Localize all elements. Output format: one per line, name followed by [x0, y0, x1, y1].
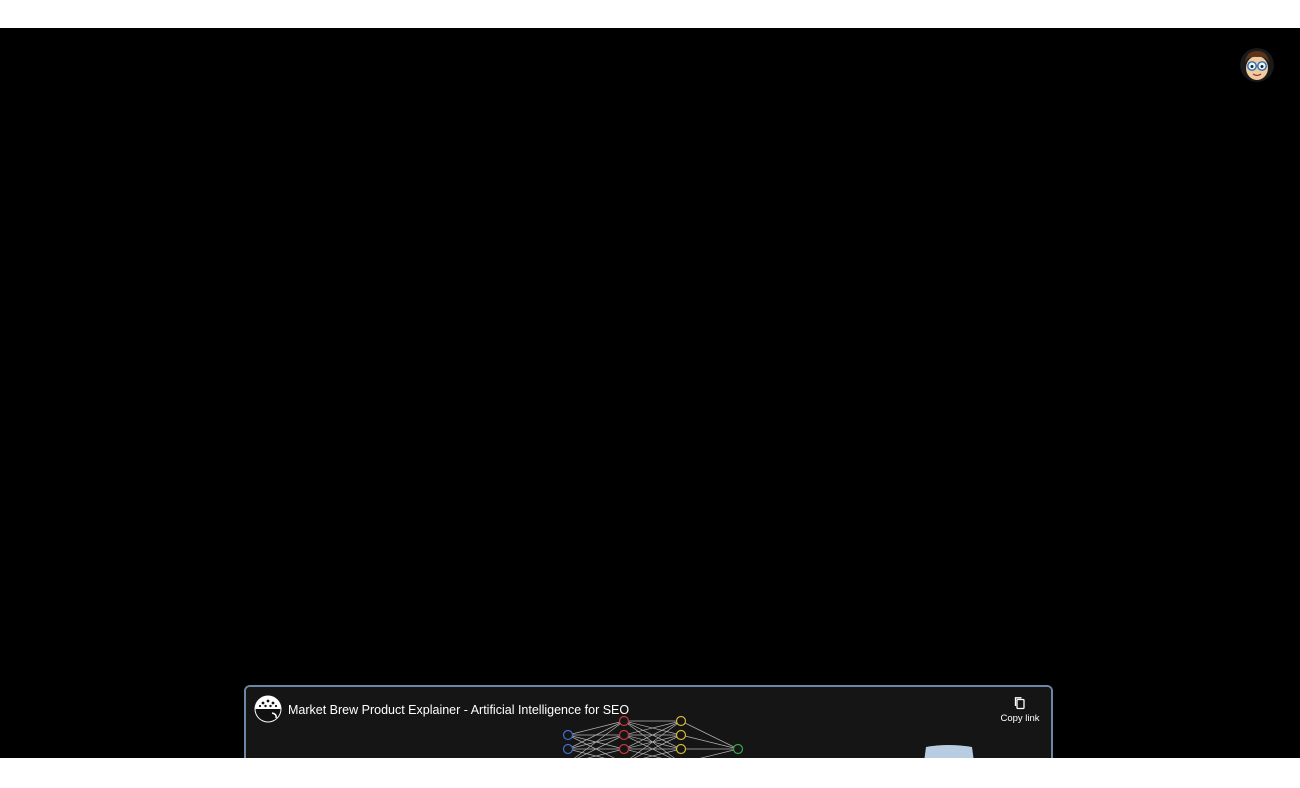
embedded-video-card[interactable]: Market Brew Product Explainer - Artifici… — [244, 685, 1053, 758]
cartoon-face-with-glasses-icon — [1240, 48, 1274, 82]
video-title[interactable]: Market Brew Product Explainer - Artifici… — [288, 703, 629, 717]
user-avatar[interactable] — [1240, 48, 1274, 82]
copy-link-label: Copy link — [1000, 713, 1040, 724]
copy-link-button[interactable]: Copy link — [994, 696, 1046, 724]
copy-icon — [1014, 697, 1025, 710]
video-player[interactable]: Market Brew Product Explainer - Artifici… — [0, 28, 1300, 758]
market-brew-logo-icon — [254, 695, 282, 723]
neural-network-diagram-icon — [246, 687, 1051, 758]
page-bottom-strip — [0, 758, 1300, 788]
channel-logo[interactable] — [254, 695, 282, 723]
